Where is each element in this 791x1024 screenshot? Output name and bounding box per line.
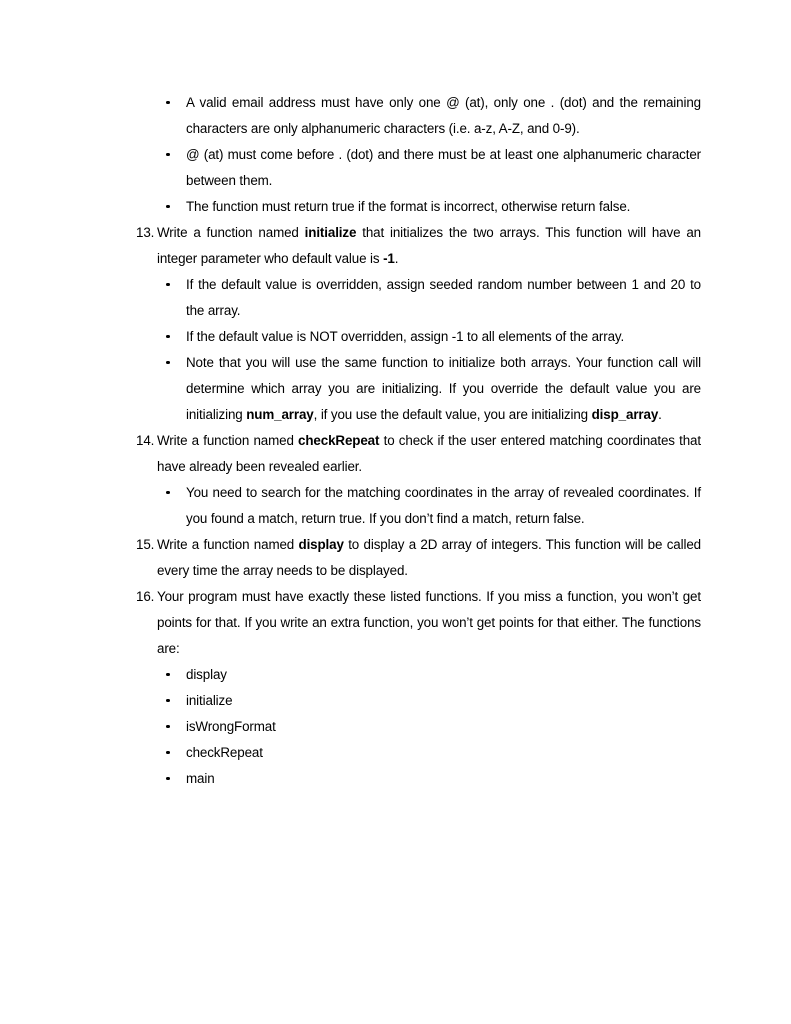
text-run: You need to search for the matching coor… [186, 485, 701, 526]
paragraph-text: The function must return true if the for… [186, 194, 701, 220]
bullet-icon [166, 90, 170, 116]
emphasis-term: num_array [246, 407, 314, 422]
text-run: checkRepeat [186, 745, 263, 760]
bullet-icon [166, 714, 170, 740]
paragraph-text: Write a function named display to displa… [157, 532, 701, 584]
text-run: Write a function named [157, 537, 299, 552]
bullet-icon [166, 142, 170, 168]
bullet-function-main: main [136, 766, 701, 792]
text-run: . [394, 251, 399, 266]
emphasis-term: initialize [304, 225, 357, 240]
paragraph-text: Your program must have exactly these lis… [157, 584, 701, 662]
paragraph-text: @ (at) must come before . (dot) and ther… [186, 142, 701, 194]
paragraph-text: Write a function named initialize that i… [157, 220, 701, 272]
bullet-function-initialize: initialize [136, 688, 701, 714]
emphasis-term: display [298, 537, 344, 552]
paragraph-text: isWrongFormat [186, 714, 701, 740]
bullet-function-checkrepeat: checkRepeat [136, 740, 701, 766]
paragraph-text: initialize [186, 688, 701, 714]
bullet-search-matching-coordinates: You need to search for the matching coor… [136, 480, 701, 532]
emphasis-term: checkRepeat [298, 433, 380, 448]
bullet-icon [166, 480, 170, 506]
paragraph-text: display [186, 662, 701, 688]
list-number: 13. [136, 225, 155, 240]
text-run: @ (at) must come before . (dot) and ther… [186, 147, 701, 188]
text-run: Your program must have exactly these lis… [157, 589, 701, 656]
bullet-overridden-seeded-random: If the default value is overridden, assi… [136, 272, 701, 324]
paragraph-text: A valid email address must have only one… [186, 90, 701, 142]
bullet-function-iswrongformat: isWrongFormat [136, 714, 701, 740]
list-number: 14. [136, 433, 155, 448]
bullet-icon [166, 272, 170, 298]
text-run: . [658, 407, 662, 422]
item-15-display: 15. Write a function named display to dis… [136, 532, 701, 584]
list-number: 16. [136, 589, 155, 604]
bullet-icon [166, 740, 170, 766]
bullet-icon [166, 766, 170, 792]
paragraph-text: If the default value is NOT overridden, … [186, 324, 701, 350]
paragraph-text: If the default value is overridden, assi… [186, 272, 701, 324]
bullet-icon [166, 350, 170, 376]
text-run: Write a function named [157, 225, 305, 240]
text-run: The function must return true if the for… [186, 199, 631, 214]
bullet-not-overridden-assign-minus-one: If the default value is NOT overridden, … [136, 324, 701, 350]
paragraph-text: checkRepeat [186, 740, 701, 766]
item-16-exact-function-list: 16. Your program must have exactly these … [136, 584, 701, 662]
emphasis-term: disp_array [591, 407, 659, 422]
text-run: , if you use the default value, you are … [313, 407, 592, 422]
bullet-at-before-dot: @ (at) must come before . (dot) and ther… [136, 142, 701, 194]
paragraph-text: Write a function named checkRepeat to ch… [157, 428, 701, 480]
list-number: 15. [136, 537, 155, 552]
paragraph-text: Note that you will use the same function… [186, 350, 701, 428]
bullet-function-display: display [136, 662, 701, 688]
text-run: Write a function named [157, 433, 299, 448]
text-run: main [186, 771, 215, 786]
text-run: initialize [186, 693, 233, 708]
item-13-initialize: 13. Write a function named initialize tha… [136, 220, 701, 272]
text-run: A valid email address must have only one… [186, 95, 701, 136]
text-run: isWrongFormat [186, 719, 276, 734]
document-page: A valid email address must have only one… [0, 0, 791, 1024]
bullet-same-function-both-arrays: Note that you will use the same function… [136, 350, 701, 428]
item-14-check-repeat: 14. Write a function named checkRepeat to… [136, 428, 701, 480]
paragraph-text: You need to search for the matching coor… [186, 480, 701, 532]
text-run: If the default value is NOT overridden, … [186, 329, 625, 344]
bullet-icon [166, 662, 170, 688]
bullet-icon [166, 324, 170, 350]
paragraph-text: main [186, 766, 701, 792]
text-run: display [186, 667, 227, 682]
bullet-icon [166, 194, 170, 220]
bullet-icon [166, 688, 170, 714]
document-body: A valid email address must have only one… [136, 90, 701, 792]
emphasis-term: -1 [383, 251, 395, 266]
bullet-valid-email-format: A valid email address must have only one… [136, 90, 701, 142]
text-run: If the default value is overridden, assi… [186, 277, 701, 318]
bullet-return-true-if-incorrect: The function must return true if the for… [136, 194, 701, 220]
